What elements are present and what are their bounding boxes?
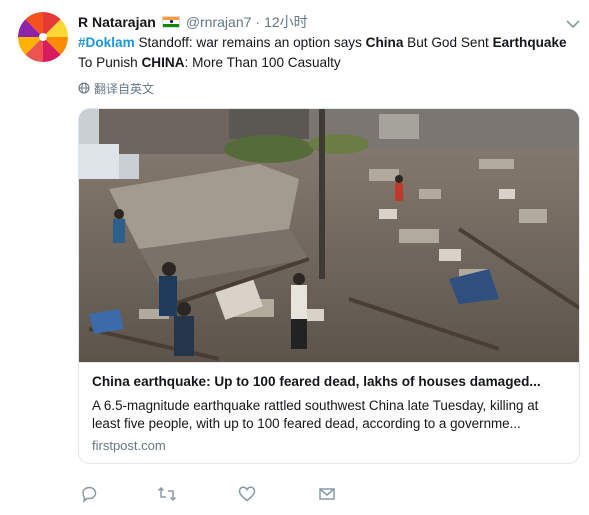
tweet-header: R Natarajan @rnrajan7 · 12小时 [78,12,308,32]
link-card[interactable]: China earthquake: Up to 100 feared dead,… [78,108,580,464]
tweet[interactable]: R Natarajan @rnrajan7 · 12小时 #Doklam Sta… [0,0,589,515]
tweet-text-bold: China [365,35,404,50]
like-button[interactable] [236,484,258,504]
avatar[interactable] [18,12,68,62]
translate-label: 翻译自英文 [94,81,155,96]
tweet-text-segment: Standoff: war remains an option says [134,35,366,50]
earthquake-rubble-image[interactable] [79,109,580,362]
card-description: A 6.5-magnitude earthquake rattled south… [92,398,539,431]
hashtag-link[interactable]: #Doklam [78,35,135,50]
tweet-menu-button[interactable] [566,16,580,29]
reply-icon [82,486,97,503]
reply-button[interactable] [78,484,100,504]
author-handle[interactable]: @rnrajan7 [186,14,252,30]
separator-dot: · [255,14,261,30]
heart-icon [238,486,256,502]
card-title: China earthquake: Up to 100 feared dead,… [92,374,541,389]
india-flag-icon [161,16,180,28]
tweet-text-segment: : More Than 100 Casualty [184,55,341,70]
tweet-text-segment: But God Sent [403,35,493,50]
globe-icon [78,82,90,94]
retweet-button[interactable] [156,484,178,504]
envelope-icon [319,488,335,500]
pinwheel-avatar-icon [18,12,68,62]
tweet-actions [78,484,338,506]
retweet-icon [157,486,177,502]
translate-tweet-link[interactable]: 翻译自英文 [78,79,154,97]
tweet-text-bold: Earthquake [492,35,567,50]
card-body[interactable]: China earthquake: Up to 100 feared dead,… [79,362,579,463]
tweet-text-segment: To Punish [78,55,142,70]
tweet-text-bold: CHINA [141,55,185,70]
chevron-down-icon [566,20,580,29]
tweet-text: #Doklam Standoff: war remains an option … [78,33,578,73]
tweet-timestamp[interactable]: 12小时 [264,12,308,32]
card-domain: firstpost.com [92,438,166,453]
author-name[interactable]: R Natarajan [78,14,156,30]
direct-message-button[interactable] [316,484,338,504]
